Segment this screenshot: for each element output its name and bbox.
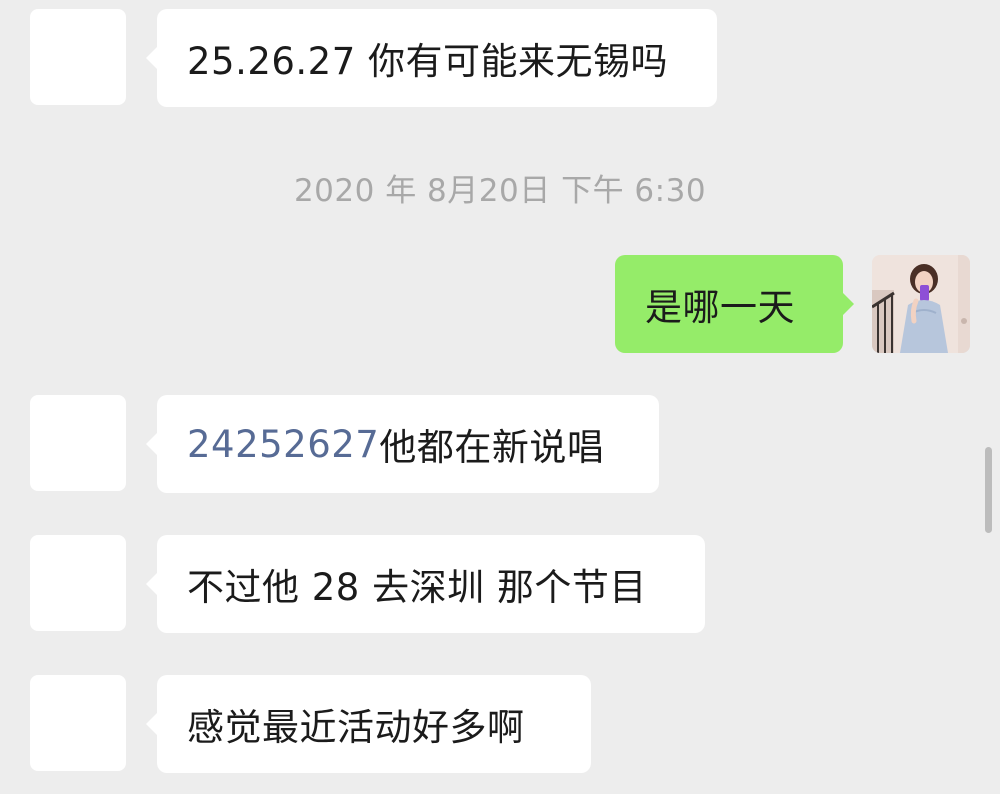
self-avatar[interactable] [872, 255, 970, 353]
message-bubble-outgoing[interactable]: 是哪一天 [615, 255, 854, 353]
message-text: 感觉最近活动好多啊 [187, 706, 525, 749]
contact-avatar[interactable] [30, 675, 126, 771]
message-text: 25.26.27 你有可能来无锡吗 [187, 40, 669, 83]
message-text: 他都在新说唱 [379, 426, 605, 469]
chat-timestamp: 2020 年 8月20日 下午 6:30 [293, 173, 707, 209]
contact-avatar[interactable] [30, 395, 126, 491]
contact-avatar[interactable] [30, 9, 126, 105]
message-bubble-incoming[interactable]: 不过他 28 去深圳 那个节目 [146, 535, 705, 633]
contact-avatar[interactable] [30, 535, 126, 631]
message-bubble-incoming[interactable]: 25.26.27 你有可能来无锡吗 [146, 9, 717, 107]
scrollbar-thumb[interactable] [985, 447, 992, 533]
avatar-photo-icon [872, 255, 970, 353]
message-bubble-incoming[interactable]: 24252627 他都在新说唱 [146, 395, 659, 493]
phone-number-link[interactable]: 24252627 [187, 423, 379, 466]
message-text: 不过他 28 去深圳 那个节目 [187, 566, 647, 609]
message-text: 是哪一天 [645, 286, 795, 329]
message-bubble-incoming[interactable]: 感觉最近活动好多啊 [146, 675, 591, 773]
